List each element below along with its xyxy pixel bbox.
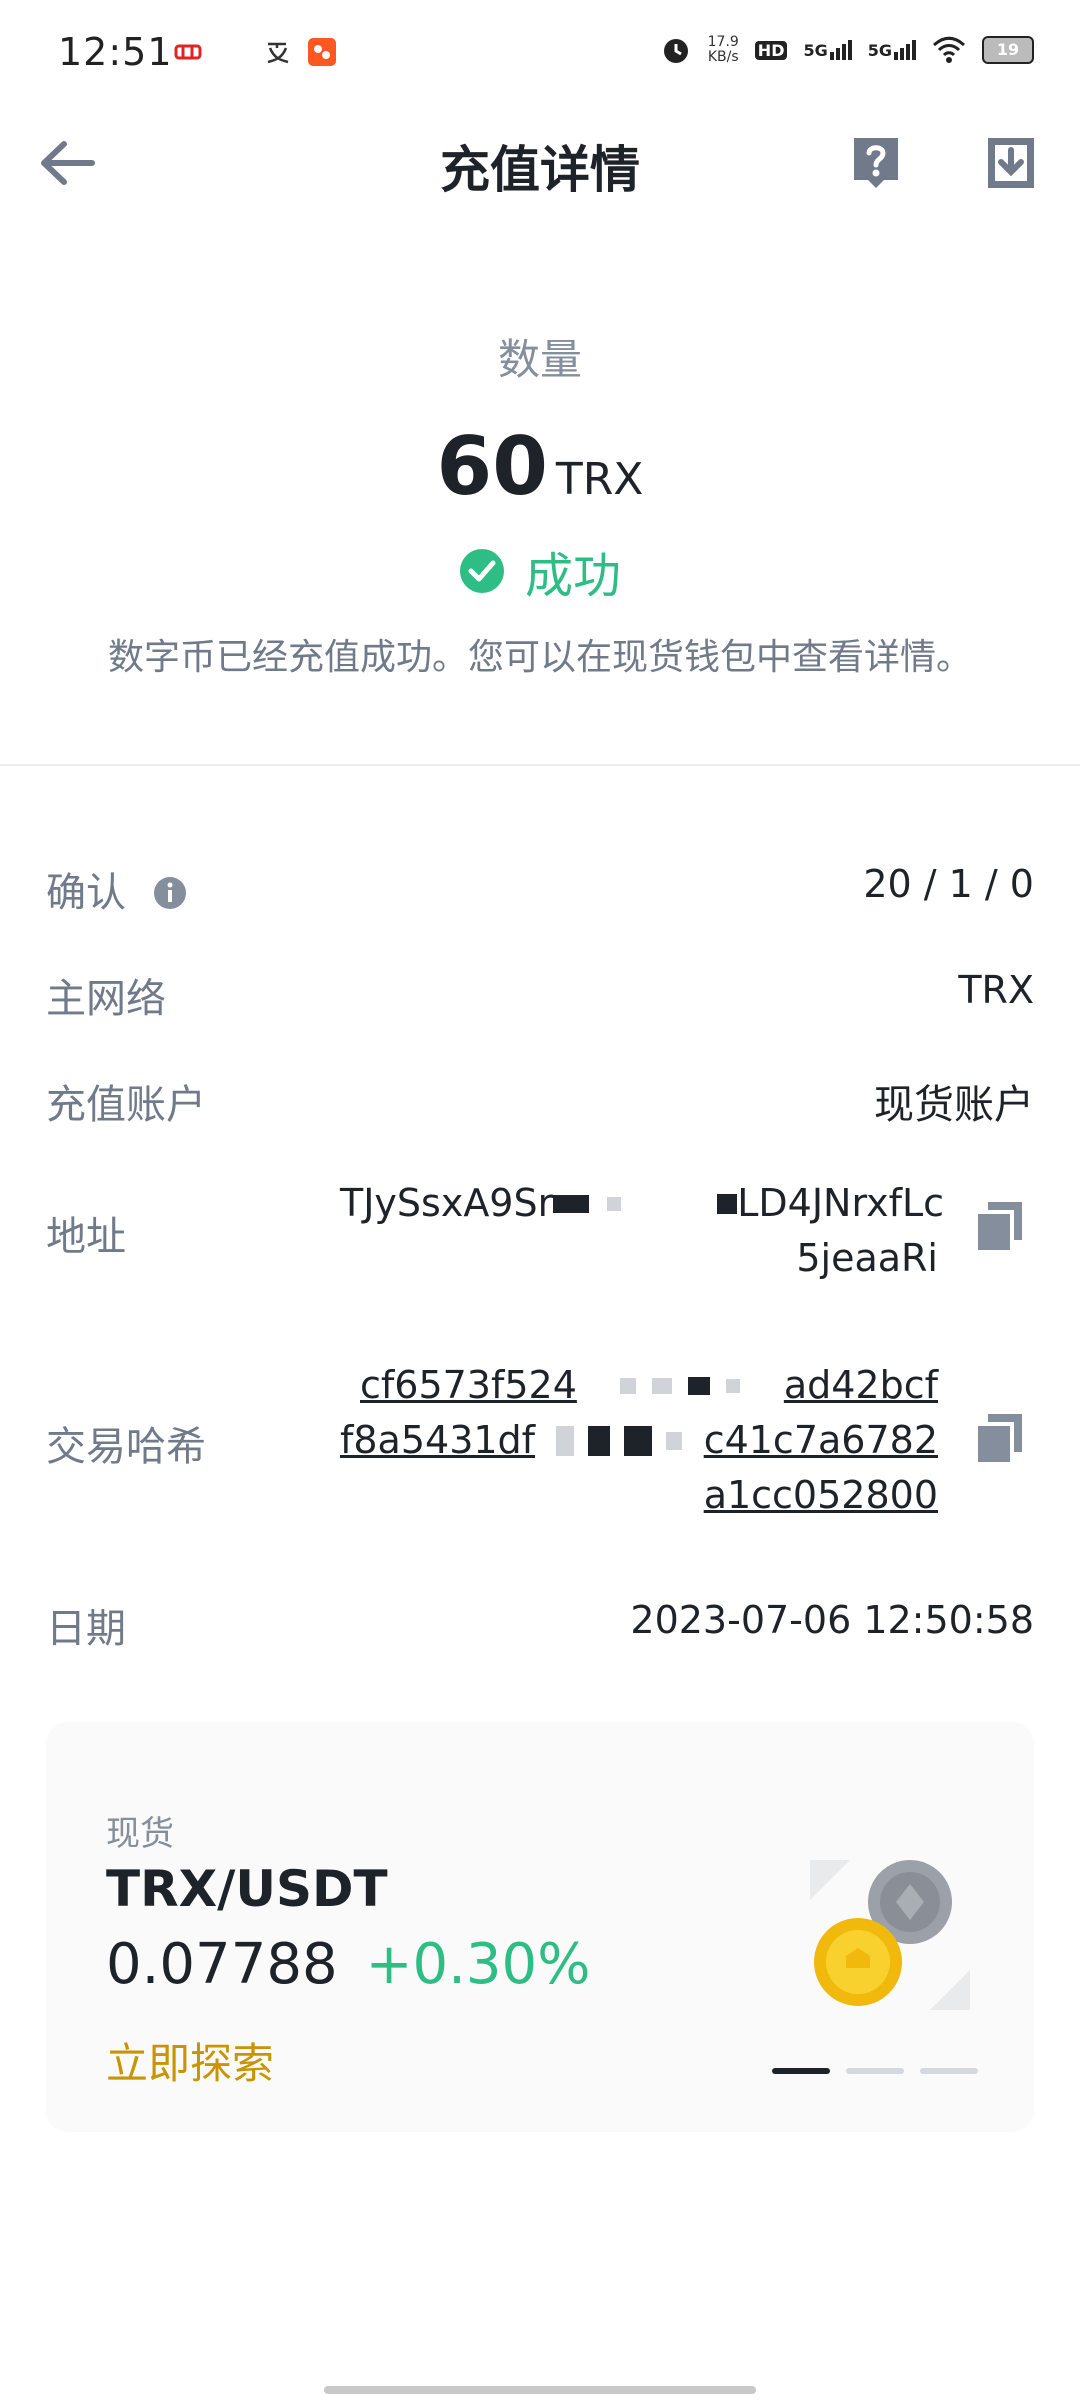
txhash-label: 交易哈希	[46, 1424, 206, 1470]
info-icon[interactable]	[153, 876, 187, 910]
carousel-dot-1[interactable]	[772, 2068, 830, 2074]
status-row: 成功	[0, 536, 1080, 606]
battery-indicator: 19	[982, 36, 1034, 64]
divider	[0, 764, 1080, 766]
account-label: 充值账户	[46, 1082, 206, 1128]
date-value: 2023-07-06 12:50:58	[630, 1598, 1034, 1642]
amount-unit: TRX	[555, 454, 644, 505]
amount-value: 60	[436, 420, 548, 513]
signal-sim1: 5G	[803, 40, 852, 60]
network-speed: 17.9 KB/s	[707, 34, 739, 65]
address-value: TJySsxA9Sr LD4JNrxfLc 5jeaaRi	[340, 1181, 945, 1280]
amount-display: 60 TRX	[0, 420, 1080, 513]
txhash-value[interactable]: cf6573f524 ad42bcf f8a5431df c41c7a6782 …	[340, 1358, 938, 1523]
promo-change: +0.30%	[365, 1932, 591, 1997]
address-label: 地址	[46, 1214, 126, 1260]
help-icon[interactable]	[848, 134, 904, 192]
carousel-indicator	[772, 2068, 978, 2074]
account-value: 现货账户	[874, 1082, 1034, 1128]
status-indicators: 17.9 KB/s HD 5G 5G 19	[660, 34, 1034, 66]
status-text: 成功	[524, 548, 621, 604]
status-time: 12:51	[58, 30, 173, 74]
quantity-label: 数量	[497, 335, 582, 384]
page-title: 充值详情	[440, 141, 640, 199]
success-check-icon	[459, 549, 504, 593]
home-indicator[interactable]	[324, 2386, 756, 2394]
promo-price: 0.07788	[106, 1932, 338, 1997]
promo-price-row: 0.07788 +0.30%	[106, 1932, 590, 1997]
carousel-dot-3[interactable]	[920, 2068, 978, 2074]
confirm-label: 确认	[46, 860, 187, 918]
app-notification-icon-2	[308, 38, 336, 66]
hd-indicator: HD	[754, 40, 788, 60]
network-label: 主网络	[46, 976, 166, 1022]
status-description: 数字币已经充值成功。您可以在现货钱包中查看详情。	[107, 637, 972, 678]
translate-notification-icon	[264, 38, 292, 66]
network-value: TRX	[958, 968, 1034, 1012]
confirm-value: 20 / 1 / 0	[863, 862, 1034, 906]
copy-address-icon[interactable]	[972, 1198, 1026, 1254]
app-notification-icon	[174, 38, 202, 66]
export-icon[interactable]	[984, 134, 1038, 192]
alarm-icon	[663, 39, 688, 63]
coins-illustration	[810, 1860, 970, 2010]
copy-txhash-icon[interactable]	[972, 1410, 1026, 1466]
carousel-dot-2[interactable]	[846, 2068, 904, 2074]
promo-tag: 现货	[106, 1814, 174, 1854]
signal-sim2: 5G	[868, 40, 916, 60]
explore-link[interactable]: 立即探索	[106, 2030, 274, 2091]
promo-pair: TRX/USDT	[106, 1860, 388, 1918]
date-label: 日期	[46, 1606, 126, 1652]
wifi-icon	[932, 36, 966, 63]
